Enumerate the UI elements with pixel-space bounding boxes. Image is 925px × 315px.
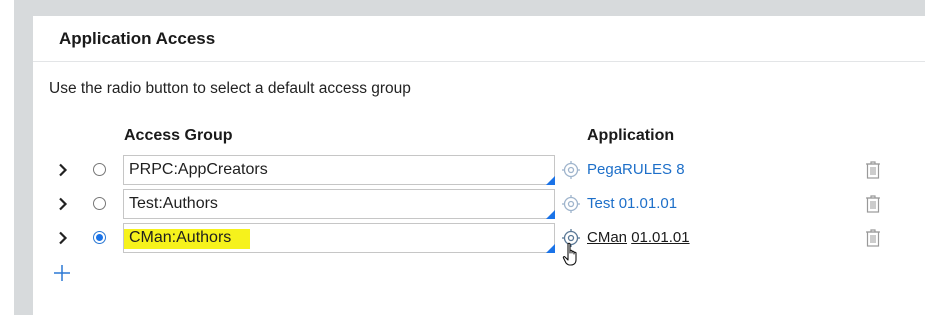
access-group-value: CMan:Authors — [129, 229, 232, 246]
autocomplete-indicator — [546, 244, 555, 253]
panel-header: Application Access — [33, 16, 925, 62]
hand-cursor-icon — [562, 242, 577, 266]
target-icon[interactable] — [561, 194, 581, 214]
column-header-application: Application — [587, 127, 675, 144]
application-version: 01.01.01 — [618, 195, 678, 212]
autocomplete-indicator — [546, 210, 555, 219]
application-link[interactable]: PegaRULES 8 — [587, 161, 685, 178]
default-radio-selected[interactable] — [93, 231, 106, 244]
chevron-right-icon[interactable] — [55, 196, 71, 212]
panel-title: Application Access — [59, 28, 216, 48]
plus-icon[interactable] — [53, 264, 71, 282]
default-radio[interactable] — [93, 197, 106, 210]
access-group-value: Test:Authors — [129, 195, 218, 212]
trash-icon[interactable] — [865, 194, 881, 214]
application-name: CMan — [587, 229, 628, 246]
target-icon[interactable] — [561, 160, 581, 180]
chevron-right-icon[interactable] — [55, 230, 71, 246]
instructions-text: Use the radio button to select a default… — [49, 80, 411, 97]
access-group-value: PRPC:AppCreators — [129, 161, 268, 178]
chevron-right-icon[interactable] — [55, 162, 71, 178]
access-group-input[interactable]: Test:Authors — [123, 189, 555, 219]
application-link[interactable]: Test 01.01.01 — [587, 195, 677, 212]
trash-icon[interactable] — [865, 228, 881, 248]
trash-icon[interactable] — [865, 160, 881, 180]
access-row: Test:Authors Test 01.01.01 — [33, 187, 925, 221]
application-version: 8 — [676, 161, 685, 178]
autocomplete-indicator — [546, 176, 555, 185]
access-group-input[interactable]: PRPC:AppCreators — [123, 155, 555, 185]
application-access-panel: Application Access Use the radio button … — [33, 16, 925, 315]
application-link[interactable]: CMan 01.01.01 — [587, 229, 690, 246]
column-header-access-group: Access Group — [124, 127, 233, 144]
application-version: 01.01.01 — [631, 229, 690, 246]
application-name: Test — [587, 195, 615, 212]
default-radio[interactable] — [93, 163, 106, 176]
application-name: PegaRULES — [587, 161, 673, 178]
left-panel-edge — [0, 0, 14, 315]
access-row: PRPC:AppCreators PegaRULES 8 — [33, 153, 925, 187]
access-group-input[interactable]: CMan:Authors — [123, 223, 555, 253]
access-row: CMan:Authors CMan 01.01.01 — [33, 221, 925, 255]
